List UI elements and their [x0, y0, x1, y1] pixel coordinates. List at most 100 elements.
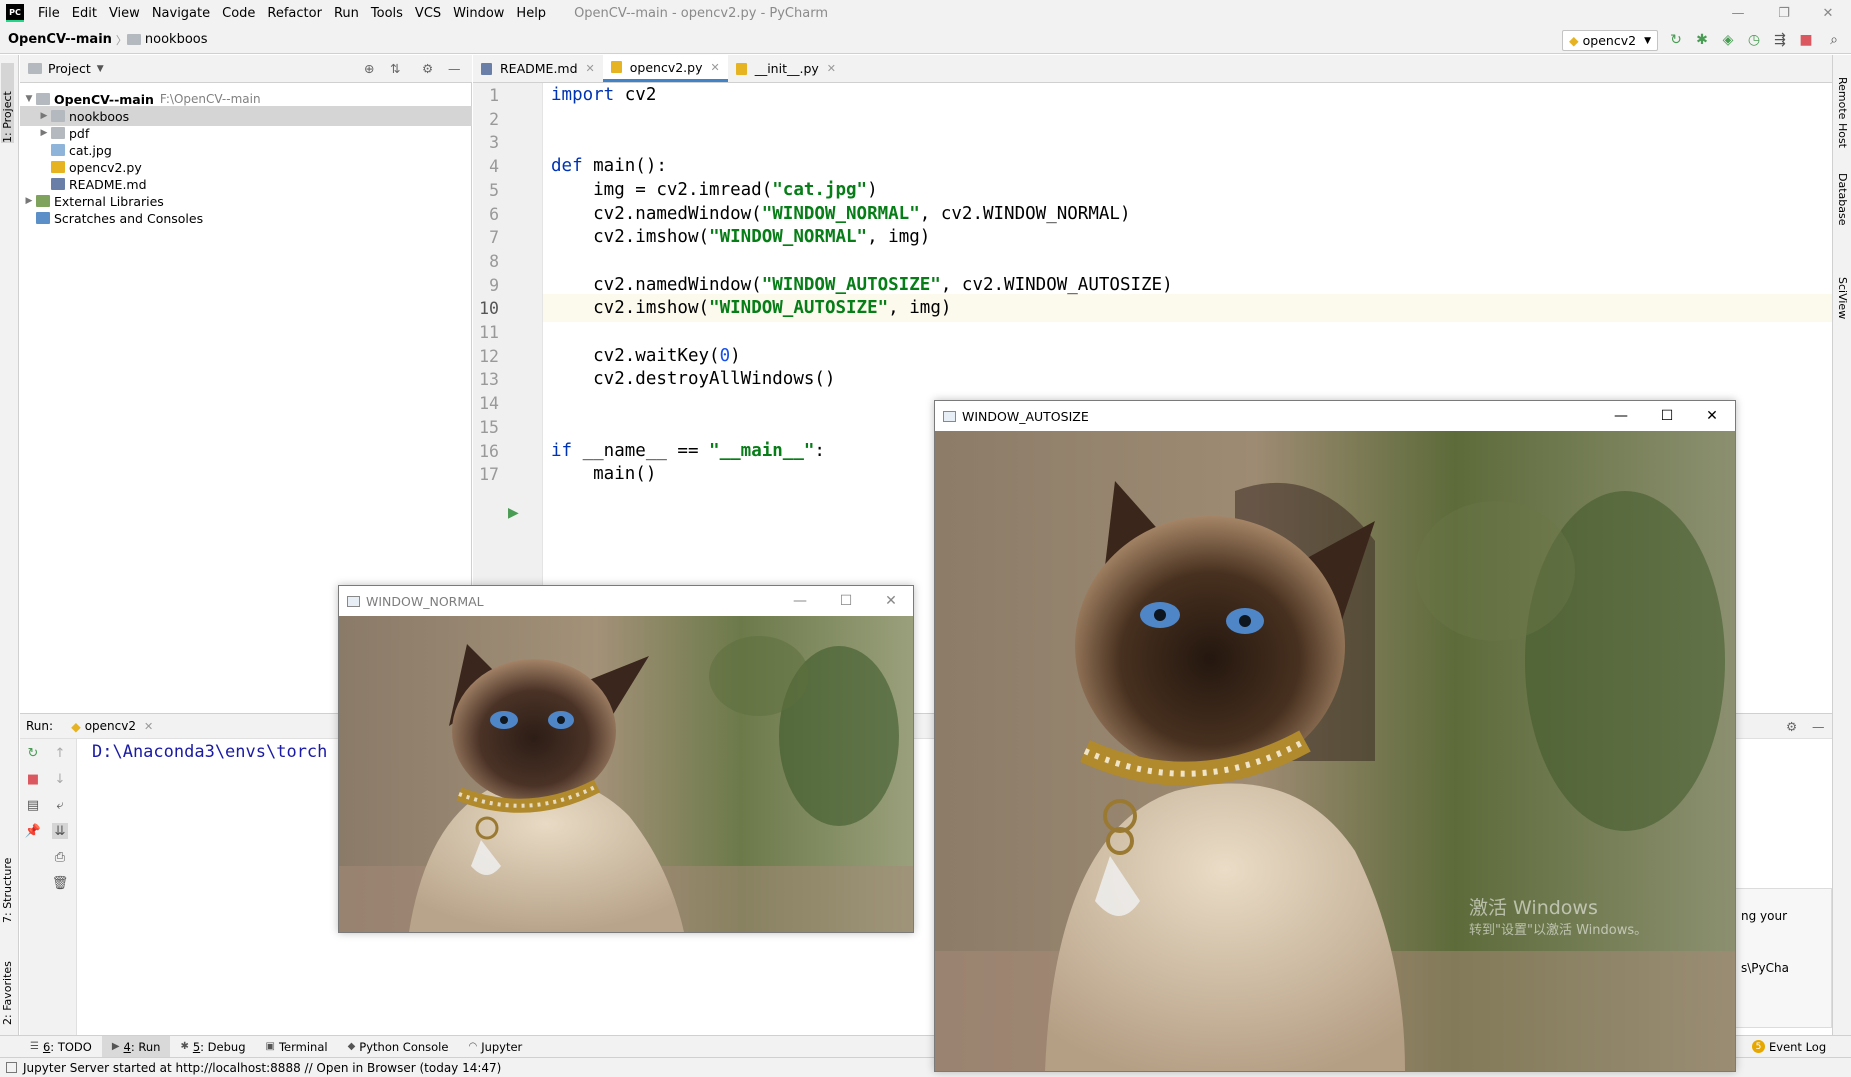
- expanded-arrow-icon[interactable]: ▼: [22, 94, 36, 104]
- breadcrumb-project[interactable]: OpenCV--main: [0, 32, 116, 47]
- coverage-icon[interactable]: ◈: [1720, 32, 1736, 48]
- line-number: 3: [489, 133, 499, 153]
- menu-item[interactable]: Run: [328, 6, 365, 21]
- notification-balloon[interactable]: ng your s\PyCha: [1734, 888, 1832, 1028]
- run-gutter-icon[interactable]: ▶: [508, 505, 519, 521]
- cv-window-titlebar[interactable]: WINDOW_AUTOSIZE — ☐ ✕: [935, 401, 1735, 431]
- maximize-button[interactable]: ☐: [1644, 401, 1690, 431]
- concurrency-icon[interactable]: ⇶: [1772, 32, 1788, 48]
- run-panel-toolbar: ↻ ■ ▤ 📌 ↑ ↓ ⤶ ⇊ ⎙ 🗑: [20, 739, 77, 1035]
- menu-item[interactable]: Code: [216, 6, 261, 21]
- cv-window-autosize[interactable]: WINDOW_AUTOSIZE — ☐ ✕ 激活 Windows 转到"设置"以…: [934, 400, 1736, 1072]
- close-button[interactable]: ✕: [1805, 0, 1851, 26]
- code-token: __name__ ==: [572, 440, 710, 461]
- code-line[interactable]: main(): [551, 460, 656, 488]
- run-configuration-label: opencv2: [1582, 33, 1637, 48]
- collapsed-arrow-icon[interactable]: ▶: [22, 196, 36, 206]
- stop-icon[interactable]: ■: [25, 771, 41, 787]
- favorites-tool-tab[interactable]: 2: Favorites: [1, 945, 14, 1025]
- menu-item[interactable]: Window: [447, 6, 510, 21]
- trash-icon[interactable]: 🗑: [52, 875, 69, 891]
- line-number: 4: [489, 157, 499, 177]
- close-tab-icon[interactable]: ✕: [710, 61, 719, 74]
- tool-window-button[interactable]: ▶ 4: Run: [101, 1035, 171, 1058]
- menu-item[interactable]: Edit: [66, 6, 103, 21]
- collapsed-arrow-icon[interactable]: ▶: [37, 128, 51, 138]
- rerun-icon[interactable]: ↻: [1668, 32, 1684, 48]
- editor-tab[interactable]: README.md ✕: [473, 55, 603, 82]
- event-log-label: Event Log: [1769, 1039, 1827, 1054]
- minimize-button[interactable]: —: [777, 586, 823, 616]
- menu-item[interactable]: File: [32, 6, 66, 21]
- run-tab-label[interactable]: opencv2: [85, 719, 136, 733]
- minimize-button[interactable]: —: [1715, 0, 1761, 26]
- profile-icon[interactable]: ◷: [1746, 32, 1762, 48]
- tool-window-button[interactable]: ◠ Jupyter: [458, 1036, 532, 1058]
- database-tool-tab[interactable]: Database: [1836, 173, 1849, 226]
- sciview-tool-tab[interactable]: SciView: [1836, 277, 1849, 319]
- arrow-down-icon[interactable]: ↓: [52, 771, 68, 787]
- tool-window-icon: ▣: [265, 1041, 275, 1052]
- editor-tab[interactable]: opencv2.py ✕: [602, 55, 728, 82]
- minimize-button[interactable]: —: [1598, 401, 1644, 431]
- stop-icon[interactable]: ■: [1798, 32, 1814, 48]
- arrow-up-icon[interactable]: ↑: [52, 745, 68, 761]
- collapse-all-icon[interactable]: ⇅: [390, 61, 400, 76]
- close-tab-icon[interactable]: ✕: [144, 720, 153, 733]
- tool-window-button[interactable]: ▣ Terminal: [256, 1036, 338, 1058]
- gear-icon[interactable]: ⚙: [1786, 719, 1797, 734]
- pin-icon[interactable]: 📌: [25, 823, 41, 839]
- close-tab-icon[interactable]: ✕: [586, 62, 595, 75]
- soft-wrap-icon[interactable]: ⤶: [52, 797, 68, 813]
- code-line[interactable]: cv2.imshow("WINDOW_NORMAL", img): [551, 223, 930, 251]
- code-line[interactable]: import cv2: [551, 81, 656, 109]
- scroll-to-end-icon[interactable]: ⇊: [52, 823, 68, 839]
- cv-window-normal[interactable]: WINDOW_NORMAL — ☐ ✕: [338, 585, 914, 933]
- code-line[interactable]: cv2.imshow("WINDOW_AUTOSIZE", img): [551, 294, 951, 322]
- menu-item[interactable]: VCS: [409, 6, 447, 21]
- rerun-icon[interactable]: ↻: [25, 745, 41, 761]
- menu-item[interactable]: Navigate: [146, 6, 216, 21]
- tool-window-button[interactable]: ☰ 6: TODO: [20, 1036, 102, 1058]
- python-file-icon: [51, 161, 65, 173]
- tool-window-button[interactable]: ◆ Python Console: [338, 1036, 459, 1058]
- menu-item[interactable]: Refactor: [261, 6, 328, 21]
- event-log-button[interactable]: 5 Event Log: [1752, 1040, 1826, 1054]
- menu-item[interactable]: View: [103, 6, 146, 21]
- code-token: cv2.imshow(: [551, 227, 710, 248]
- restore-layout-icon[interactable]: ▤: [25, 797, 41, 813]
- menu-bar: PC File Edit View Navigate Code Refactor Run To…: [0, 0, 1851, 26]
- locate-icon[interactable]: ⊕: [364, 61, 374, 76]
- menu-item[interactable]: Help: [510, 6, 552, 21]
- maximize-button[interactable]: ❐: [1761, 0, 1807, 26]
- close-button[interactable]: ✕: [1689, 401, 1735, 431]
- project-tool-tab[interactable]: 1: Project: [1, 63, 14, 143]
- cv-window-titlebar[interactable]: WINDOW_NORMAL — ☐ ✕: [339, 586, 913, 616]
- debug-icon[interactable]: ✱: [1694, 32, 1710, 48]
- gear-icon[interactable]: ⚙: [422, 61, 433, 76]
- print-icon[interactable]: ⎙: [52, 849, 68, 865]
- menu-item[interactable]: Tools: [365, 6, 409, 21]
- status-toggle-icon[interactable]: [6, 1062, 17, 1073]
- project-panel-title[interactable]: Project: [48, 61, 91, 76]
- hide-icon[interactable]: —: [448, 61, 461, 76]
- tool-window-button[interactable]: ✱ 5: Debug: [170, 1036, 255, 1058]
- structure-tool-tab[interactable]: 7: Structure: [1, 843, 14, 923]
- search-icon[interactable]: ⌕: [1826, 32, 1842, 48]
- markdown-file-icon: [51, 178, 65, 190]
- close-button[interactable]: ✕: [868, 586, 914, 616]
- remote-host-tool-tab[interactable]: Remote Host: [1836, 77, 1849, 148]
- editor-tab[interactable]: __init__.py ✕: [728, 55, 844, 82]
- main-menu: File Edit View Navigate Code Refactor Run Tools…: [32, 6, 552, 21]
- breadcrumb-folder[interactable]: nookboos: [141, 32, 212, 47]
- hide-icon[interactable]: —: [1812, 719, 1825, 734]
- code-line[interactable]: cv2.destroyAllWindows(): [551, 365, 835, 393]
- collapsed-arrow-icon[interactable]: ▶: [37, 111, 51, 121]
- maximize-button[interactable]: ☐: [823, 586, 869, 616]
- close-tab-icon[interactable]: ✕: [827, 62, 836, 75]
- run-configuration-select[interactable]: ◆ opencv2 ▼: [1562, 30, 1658, 51]
- tree-item[interactable]: Scratches and Consoles: [20, 208, 472, 228]
- tool-window-icon: ☰: [30, 1041, 39, 1052]
- tool-window-number: 4: [123, 1039, 131, 1054]
- chevron-down-icon[interactable]: ▼: [97, 64, 104, 74]
